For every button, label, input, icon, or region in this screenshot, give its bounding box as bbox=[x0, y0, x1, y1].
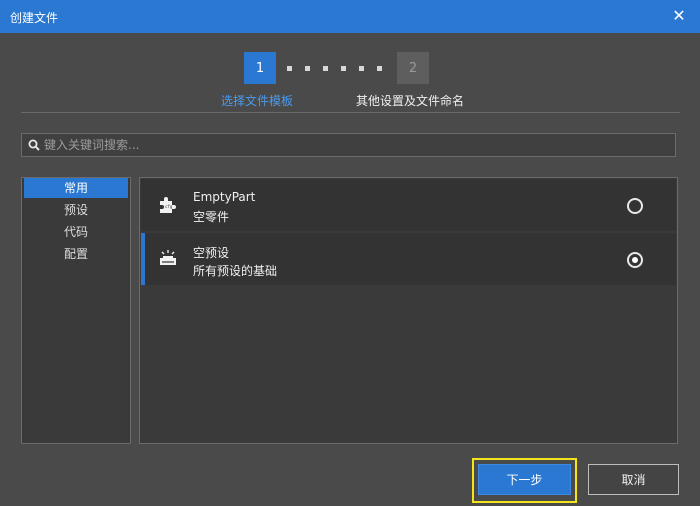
svg-text:cfg: cfg bbox=[165, 204, 173, 209]
template-list: cfg EmptyPart 空零件 空预设 所有预设的基础 bbox=[139, 177, 678, 444]
close-icon[interactable]: ✕ bbox=[670, 6, 688, 25]
puzzle-icon: cfg bbox=[160, 197, 176, 213]
cancel-button[interactable]: 取消 bbox=[588, 464, 679, 495]
search-box[interactable] bbox=[21, 133, 676, 157]
search-icon bbox=[28, 139, 40, 151]
search-input[interactable] bbox=[44, 134, 664, 156]
category-list: 常用 预设 代码 配置 bbox=[21, 177, 131, 444]
category-item-config[interactable]: 配置 bbox=[24, 244, 128, 264]
step-connector-dots bbox=[287, 66, 387, 72]
template-description: 空零件 bbox=[193, 210, 230, 224]
step-2-indicator: 2 bbox=[397, 52, 429, 84]
step-1-indicator: 1 bbox=[244, 52, 276, 84]
category-item-preset[interactable]: 预设 bbox=[24, 200, 128, 220]
preset-icon bbox=[160, 250, 176, 265]
next-button[interactable]: 下一步 bbox=[478, 464, 571, 495]
template-radio-selected[interactable] bbox=[627, 252, 643, 268]
window-title: 创建文件 bbox=[10, 11, 59, 25]
template-item-emptypart[interactable]: cfg EmptyPart 空零件 bbox=[141, 179, 676, 231]
category-item-code[interactable]: 代码 bbox=[24, 222, 128, 242]
step-2-label: 其他设置及文件命名 bbox=[356, 94, 465, 108]
template-description: 所有预设的基础 bbox=[193, 264, 278, 278]
template-name: 空预设 bbox=[193, 246, 230, 260]
header-divider bbox=[21, 112, 680, 113]
step-1-label: 选择文件模板 bbox=[221, 94, 294, 108]
stepper: 1 2 选择文件模板 其他设置及文件命名 bbox=[0, 50, 700, 110]
template-item-empty-preset[interactable]: 空预设 所有预设的基础 bbox=[141, 233, 676, 285]
template-name: EmptyPart bbox=[193, 190, 256, 204]
template-radio[interactable] bbox=[627, 198, 643, 214]
category-item-common[interactable]: 常用 bbox=[24, 178, 128, 198]
title-bar: 创建文件 ✕ bbox=[0, 0, 700, 33]
